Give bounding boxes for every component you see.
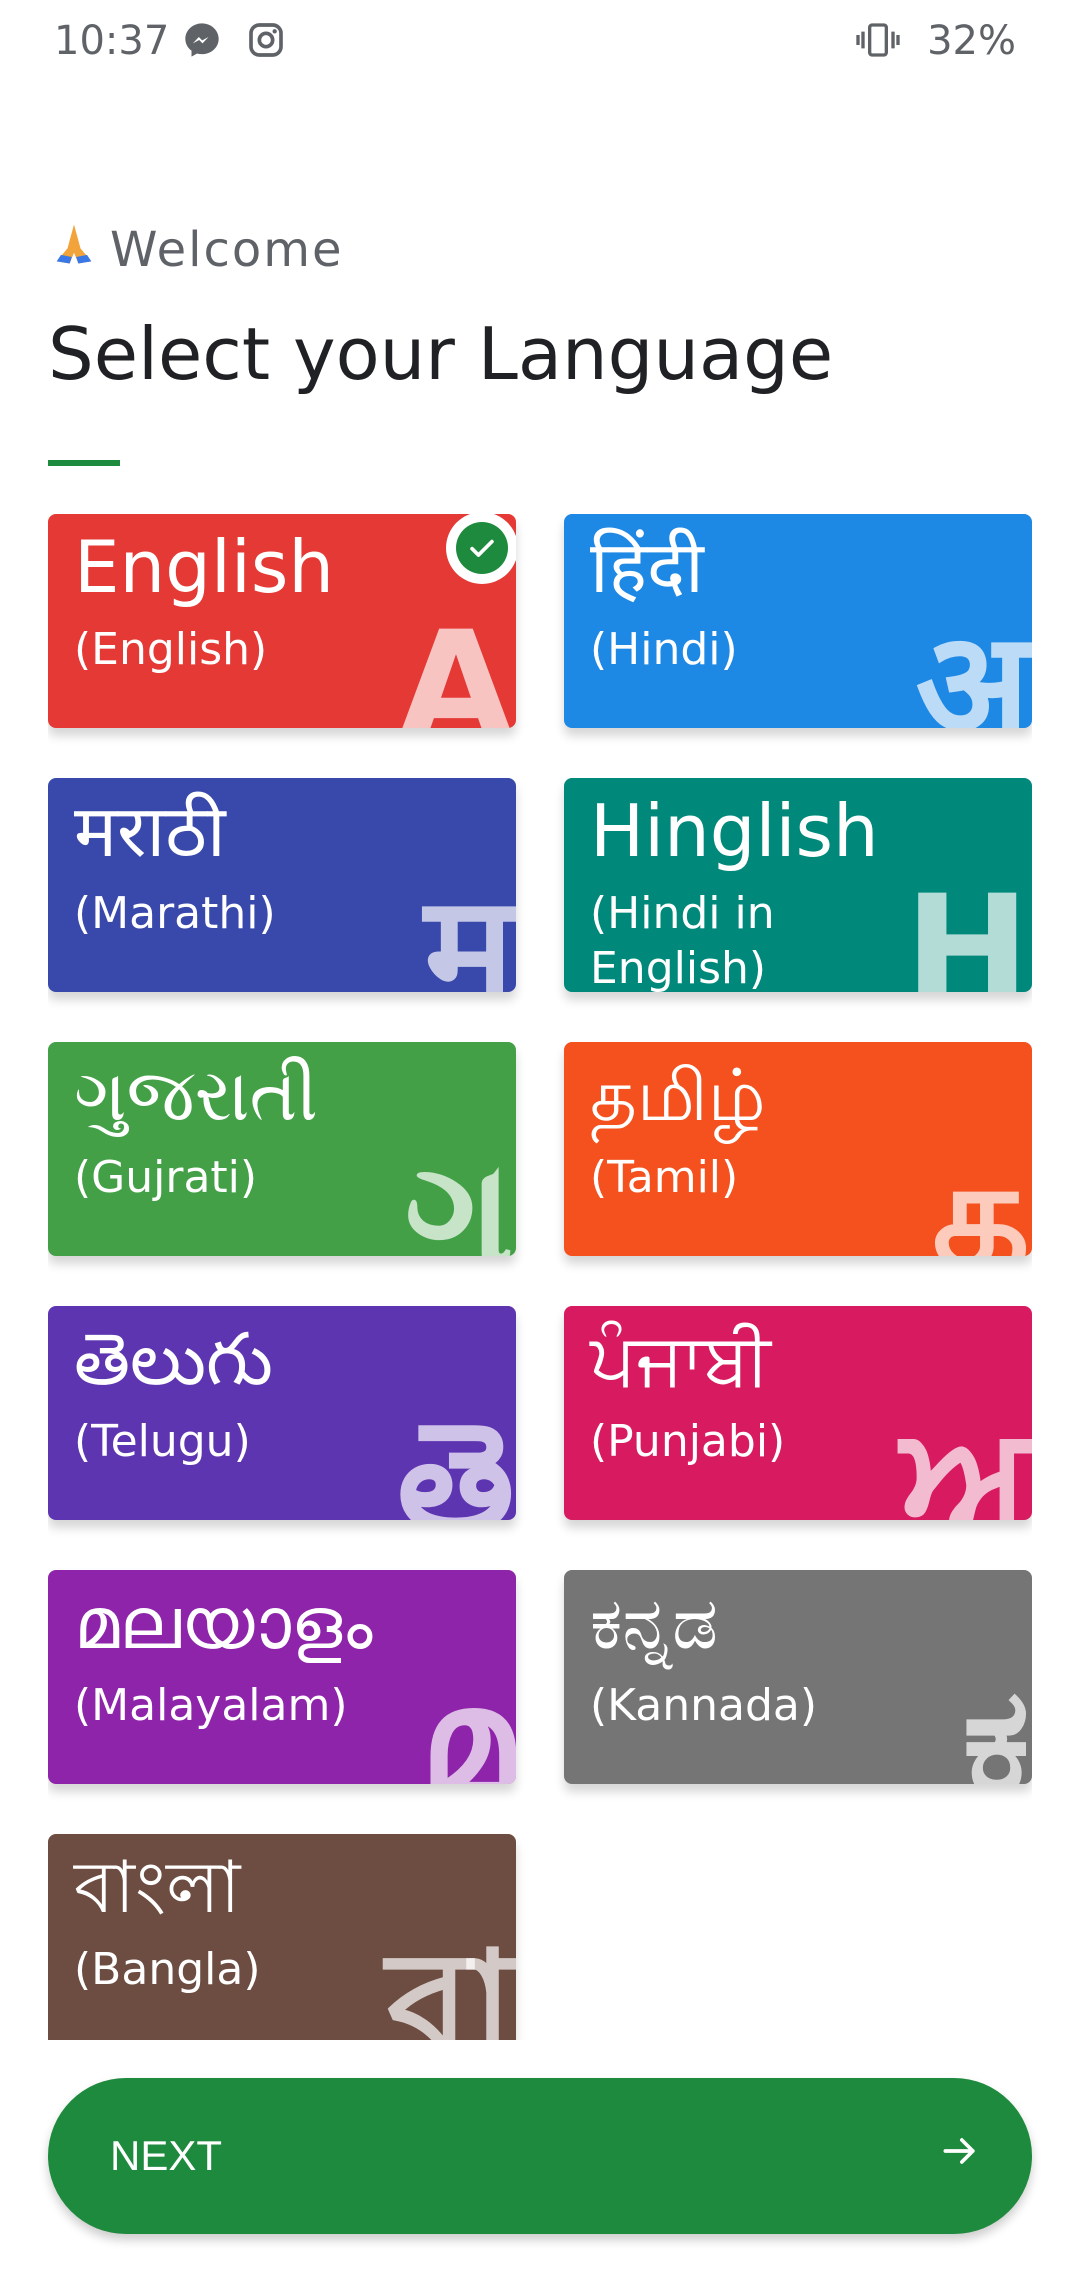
- folded-hands-icon: [48, 218, 100, 282]
- status-bar: 10:37 32%: [0, 0, 1080, 84]
- language-grid: English (English) A हिंदी (Hindi) अ मराठ…: [48, 514, 1032, 2040]
- language-watermark-letter: A: [397, 600, 514, 728]
- vibrate-icon: [856, 20, 900, 60]
- next-button[interactable]: NEXT: [48, 2078, 1032, 2234]
- welcome-label: Welcome: [48, 218, 344, 282]
- language-english-name: (Hindi in English): [590, 888, 775, 992]
- language-native-name: ಕನ್ನಡ: [590, 1581, 719, 1665]
- language-card-malayalam[interactable]: മലയാളം (Malayalam) മ: [48, 1570, 516, 1784]
- language-native-name: ગુજરાતી: [74, 1053, 318, 1137]
- language-watermark-letter: H: [904, 864, 1030, 992]
- language-english-name: (Kannada): [590, 1680, 818, 1731]
- language-watermark-letter: తె: [397, 1392, 514, 1520]
- language-native-name: हिंदी: [590, 525, 704, 609]
- messenger-icon: [182, 20, 222, 60]
- welcome-text: Welcome: [110, 222, 344, 278]
- language-card-gujrati[interactable]: ગુજરાતી (Gujrati) ગુ: [48, 1042, 516, 1256]
- language-native-name: தமிழ்: [590, 1053, 766, 1137]
- language-watermark-letter: த: [932, 1128, 1030, 1256]
- language-english-name: (Tamil): [590, 1152, 739, 1203]
- language-watermark-letter: മ: [419, 1656, 514, 1784]
- status-time: 10:37: [54, 18, 170, 64]
- battery-percentage: 32%: [927, 18, 1016, 64]
- arrow-right-icon: [938, 2129, 982, 2183]
- language-watermark-letter: ગુ: [404, 1128, 514, 1256]
- language-native-name: मराठी: [74, 789, 226, 873]
- language-watermark-letter: ಕ: [962, 1656, 1030, 1784]
- language-native-name: ਪੰਜਾਬੀ: [590, 1317, 771, 1401]
- language-card-marathi[interactable]: मराठी (Marathi) म: [48, 778, 516, 992]
- instagram-icon: [246, 20, 286, 60]
- next-button-label: NEXT: [110, 2132, 223, 2179]
- language-watermark-letter: বা: [387, 1920, 514, 2040]
- selected-check-icon: [446, 514, 516, 584]
- language-native-name: English: [74, 525, 334, 609]
- language-card-punjabi[interactable]: ਪੰਜਾਬੀ (Punjabi) ਅ: [564, 1306, 1032, 1520]
- language-native-name: Hinglish: [590, 789, 879, 873]
- language-watermark-letter: ਅ: [900, 1392, 1030, 1520]
- language-select-screen: 10:37 32% Welcome Select your Language E…: [0, 0, 1080, 2280]
- language-card-tamil[interactable]: தமிழ் (Tamil) த: [564, 1042, 1032, 1256]
- language-card-telugu[interactable]: తెలుగు (Telugu) తె: [48, 1306, 516, 1520]
- language-native-name: తెలుగు: [74, 1317, 273, 1401]
- page-title: Select your Language: [48, 312, 834, 396]
- language-card-hindi[interactable]: हिंदी (Hindi) अ: [564, 514, 1032, 728]
- language-english-name: (Gujrati): [74, 1152, 258, 1203]
- language-card-kannada[interactable]: ಕನ್ನಡ (Kannada) ಕ: [564, 1570, 1032, 1784]
- language-card-hinglish[interactable]: Hinglish (Hindi in English) H: [564, 778, 1032, 992]
- language-english-name: (Marathi): [74, 888, 276, 939]
- language-watermark-letter: म: [424, 864, 514, 992]
- language-card-bangla[interactable]: বাংলা (Bangla) বা: [48, 1834, 516, 2040]
- title-underline: [48, 460, 120, 466]
- language-english-name: (Malayalam): [74, 1680, 348, 1731]
- language-native-name: മലയാളം: [74, 1581, 373, 1665]
- language-watermark-letter: अ: [915, 600, 1030, 728]
- language-english-name: (Hindi): [590, 624, 738, 675]
- language-card-english[interactable]: English (English) A: [48, 514, 516, 728]
- language-native-name: বাংলা: [74, 1845, 241, 1929]
